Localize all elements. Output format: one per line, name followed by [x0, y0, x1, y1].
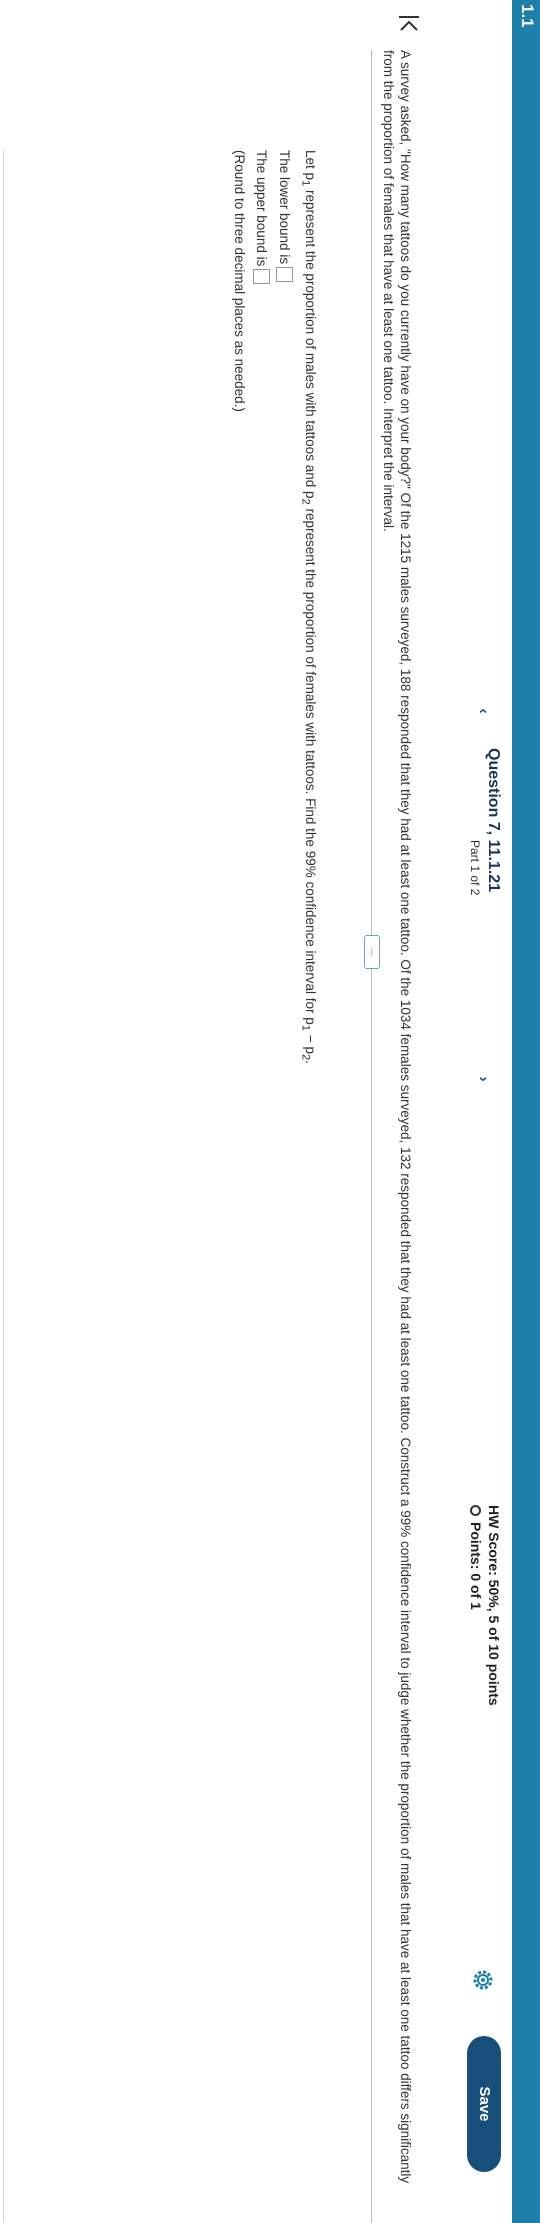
chevron-left-icon: ‹: [475, 708, 492, 714]
rounding-note-row: (Round to three decimal places as needed…: [232, 150, 247, 412]
upper-bound-row: The upper bound is: [253, 150, 270, 285]
section-divider: [371, 50, 372, 2223]
top-bar: 1.1: [512, 0, 540, 2223]
next-question-button[interactable]: ›: [472, 1068, 494, 1090]
question-part: Part 1 of 2: [468, 840, 482, 896]
previous-question-button[interactable]: ‹: [472, 700, 494, 722]
lower-bound-label: The lower bound is: [277, 150, 292, 265]
status-circle-icon: [470, 1505, 482, 1516]
upper-bound-input[interactable]: [253, 269, 270, 285]
back-arrow-icon: [399, 16, 419, 31]
question-title: Question 7, 11.1.21: [485, 748, 502, 893]
expand-more-button[interactable]: ...: [364, 935, 380, 969]
settings-button[interactable]: [471, 1968, 495, 1992]
hw-score: HW Score: 50%, 5 of 10 points: [486, 1505, 502, 1706]
problem-statement: A survey asked, "How many tattoos do you…: [381, 50, 413, 2184]
rounding-note: (Round to three decimal places as needed…: [232, 150, 247, 412]
save-button[interactable]: Save: [467, 2036, 501, 2172]
chevron-right-icon: ›: [475, 1076, 492, 1082]
instructions: Let p1 represent the proportion of males…: [299, 150, 318, 1064]
upper-bound-label: The upper bound is: [254, 150, 269, 267]
bottom-divider: [3, 150, 4, 2223]
back-button[interactable]: [396, 14, 422, 38]
course-label: 1.1: [518, 4, 537, 28]
gear-icon: [473, 1970, 493, 1990]
page: 1.1 ‹ Question 7, 11.1.21 Part 1 of 2 › …: [0, 0, 540, 2223]
points-row: Points: 0 of 1: [468, 1505, 484, 1610]
lower-bound-input[interactable]: [276, 267, 293, 283]
points-text: Points: 0 of 1: [468, 1522, 484, 1610]
lower-bound-row: The lower bound is: [276, 150, 293, 283]
question-header: [422, 0, 512, 2223]
